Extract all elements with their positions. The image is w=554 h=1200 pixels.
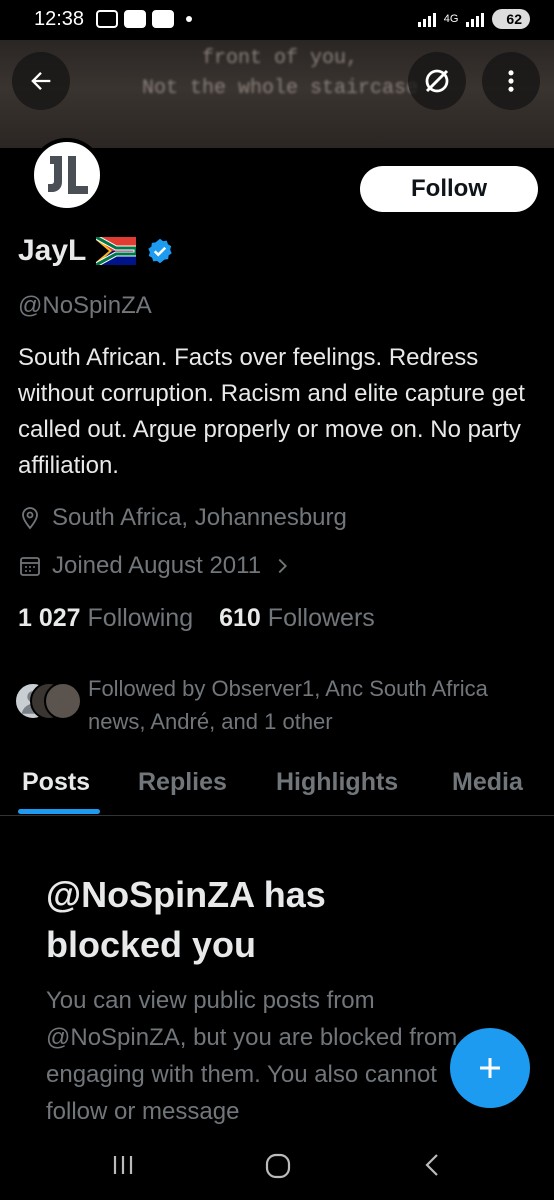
status-bar: 12:38 4G 62 xyxy=(0,0,554,40)
location-row: South Africa, Johannesburg xyxy=(18,504,347,532)
grok-button[interactable] xyxy=(408,52,466,110)
tab-replies[interactable]: Replies xyxy=(138,768,227,797)
follower-avatars xyxy=(14,682,86,722)
profile-banner[interactable]: front of you, Not the whole staircase xyxy=(0,40,554,148)
following-link[interactable]: 1 027 Following xyxy=(18,604,193,633)
followed-by-text: Followed by Observer1, Anc South Africa … xyxy=(88,676,488,734)
avatar[interactable] xyxy=(30,138,104,212)
jl-logo-icon xyxy=(48,156,88,194)
app-notification-icon xyxy=(124,10,146,28)
battery-indicator: 62 xyxy=(492,9,530,29)
back-icon[interactable] xyxy=(420,1152,446,1178)
recents-icon[interactable] xyxy=(110,1152,136,1178)
name-row: JayL xyxy=(18,234,174,268)
more-vertical-icon xyxy=(508,70,514,92)
followers-link[interactable]: 610 Followers xyxy=(219,604,375,633)
following-count: 1 027 xyxy=(18,604,81,632)
following-label: Following xyxy=(87,604,194,632)
verified-badge-icon[interactable] xyxy=(146,237,174,265)
youtube-icon xyxy=(152,10,174,28)
bio: South African. Facts over feelings. Redr… xyxy=(18,344,525,479)
tab-posts[interactable]: Posts xyxy=(22,768,90,797)
notification-icons xyxy=(96,10,192,28)
active-tab-indicator xyxy=(18,809,100,814)
plus-icon xyxy=(480,1058,500,1078)
location-pin-icon xyxy=(22,507,38,530)
blocked-body: You can view public posts from @NoSpinZA… xyxy=(46,987,458,1125)
grok-icon xyxy=(425,69,449,93)
south-africa-flag-icon xyxy=(96,237,137,265)
followers-label: Followers xyxy=(267,604,375,632)
status-time: 12:38 xyxy=(34,8,85,30)
network-type: 4G xyxy=(443,13,459,25)
screenshot-icon xyxy=(96,10,118,28)
profile-tabs: Posts Replies Highlights Media xyxy=(0,756,554,816)
more-notifications-dot xyxy=(186,16,192,22)
follow-button[interactable]: Follow xyxy=(360,166,538,212)
status-right: 4G 62 xyxy=(417,9,530,29)
signal-icon-2 xyxy=(466,11,485,27)
tab-highlights[interactable]: Highlights xyxy=(276,768,398,797)
banner-text: front of you, Not the whole staircase xyxy=(141,47,419,100)
signal-icon xyxy=(417,11,436,27)
more-options-button[interactable] xyxy=(482,52,540,110)
arrow-left-icon xyxy=(31,72,51,90)
calendar-icon xyxy=(20,557,40,576)
blocked-title: @NoSpinZA has blocked you xyxy=(46,874,326,965)
chevron-right-icon xyxy=(278,558,288,574)
tab-media[interactable]: Media xyxy=(452,768,523,797)
location-text: South Africa, Johannesburg xyxy=(52,504,347,531)
system-nav-bar xyxy=(0,1130,554,1200)
home-icon[interactable] xyxy=(264,1152,292,1180)
handle: @NoSpinZA xyxy=(18,292,152,319)
joined-row[interactable]: Joined August 2011 xyxy=(18,552,293,580)
followed-by-row[interactable]: Followed by Observer1, Anc South Africa … xyxy=(14,672,508,738)
followers-count: 610 xyxy=(219,604,261,632)
follower-avatar-3 xyxy=(44,682,82,720)
display-name: JayL xyxy=(18,234,87,267)
back-button[interactable] xyxy=(12,52,70,110)
follow-counts: 1 027 Following 610 Followers xyxy=(18,604,375,633)
joined-text: Joined August 2011 xyxy=(52,552,262,579)
compose-button[interactable] xyxy=(450,1028,530,1108)
